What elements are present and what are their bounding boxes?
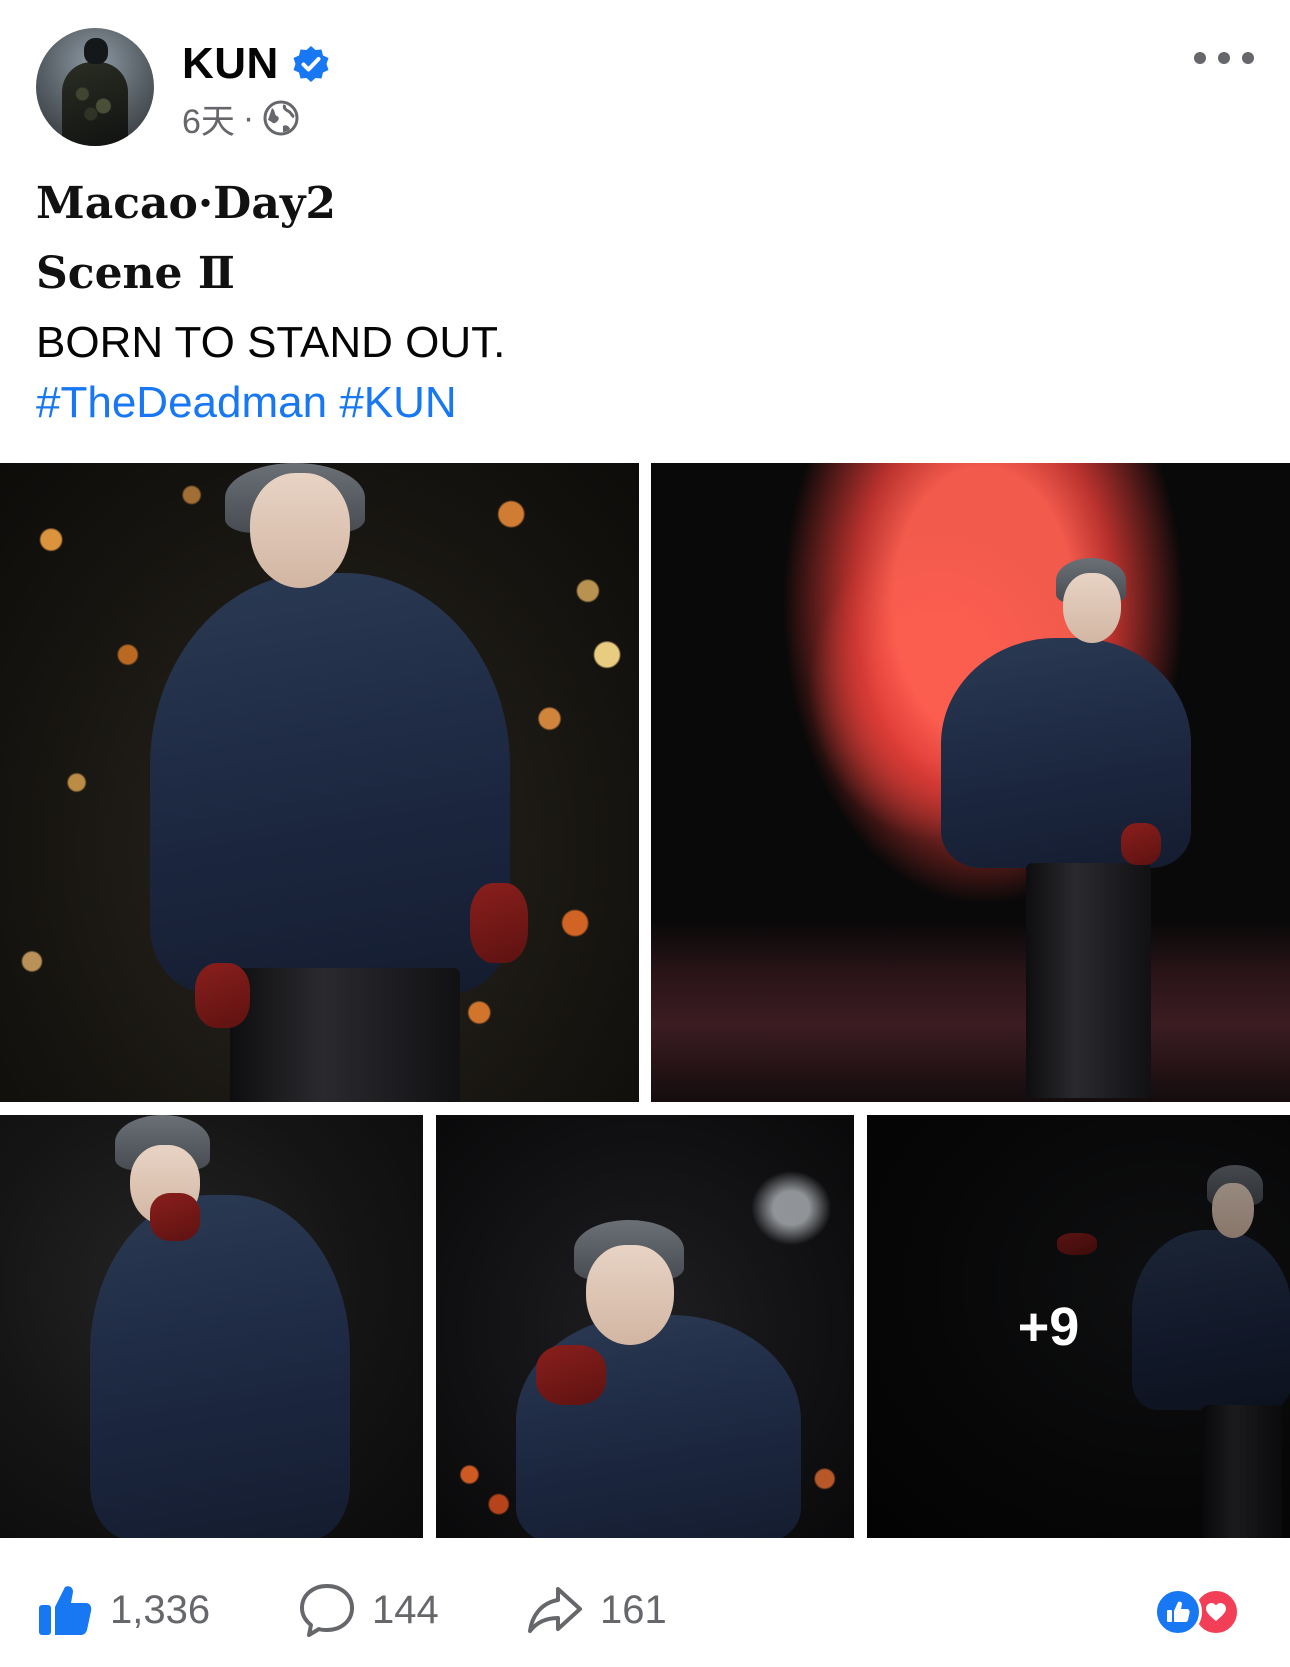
hashtag-link[interactable]: #KUN [339,378,456,427]
photo-1[interactable] [0,463,639,1102]
avatar-camo-pattern [74,82,116,122]
photo-figure-sweater [150,573,510,993]
caption-line-1: Macao·Day2 [36,178,337,229]
more-photos-count: +9 [1017,1296,1080,1357]
share-icon [528,1587,582,1633]
share-button[interactable]: 161 [526,1582,667,1638]
author-avatar[interactable] [36,28,154,146]
comment-button[interactable]: 144 [298,1582,439,1638]
post-time[interactable]: 6天 [182,94,235,143]
photo-figure-pants [1026,863,1151,1098]
more-options-button[interactable] [1194,40,1254,76]
photo-5[interactable]: +9 [867,1115,1290,1538]
hashtag-link[interactable]: #TheDeadman [36,378,327,427]
photo-3[interactable] [0,1115,423,1538]
photo-figure-face [586,1245,674,1345]
post-header: KUN 6天 · [0,0,1290,170]
more-photos-overlay[interactable]: +9 [867,1115,1290,1538]
comment-icon [300,1584,354,1637]
reactions-summary[interactable] [1154,1588,1254,1636]
post-actions-bar: 1,336 144 161 [0,1558,1290,1654]
globe-icon [263,100,299,136]
more-dot-icon [1242,52,1254,64]
photo-figure-face [250,473,350,588]
photo-figure-glove [195,963,250,1028]
more-dot-icon [1194,52,1206,64]
author-row: KUN [182,38,331,90]
photo-figure-sweater [90,1195,350,1538]
photo-figure-glove [150,1193,200,1241]
like-count: 1,336 [110,1587,211,1632]
share-count: 161 [600,1587,667,1632]
photo-2[interactable] [651,463,1290,1102]
more-dot-icon [1218,52,1230,64]
photo-figure-glove [536,1345,606,1405]
photo-figure-glove [1121,823,1161,865]
avatar-figure-head [84,38,108,64]
caption-hashtags: #TheDeadman #KUN [36,378,457,428]
caption-line-2: Scene Ⅱ [36,248,235,299]
photo-figure-glove [470,883,528,963]
thumbs-up-icon [39,1586,92,1635]
author-name[interactable]: KUN [182,39,279,89]
caption-line-3: BORN TO STAND OUT. [36,318,506,367]
verified-badge-icon [293,46,329,82]
photo-figure-pants [230,968,460,1102]
like-reaction-icon [1154,1588,1202,1636]
meta-separator: · [242,98,255,137]
photo-figure-face [1063,573,1121,643]
like-button[interactable]: 1,336 [36,1582,210,1638]
photo-4[interactable] [436,1115,854,1538]
post-meta: 6天 · [182,94,300,143]
comment-count: 144 [372,1587,439,1632]
